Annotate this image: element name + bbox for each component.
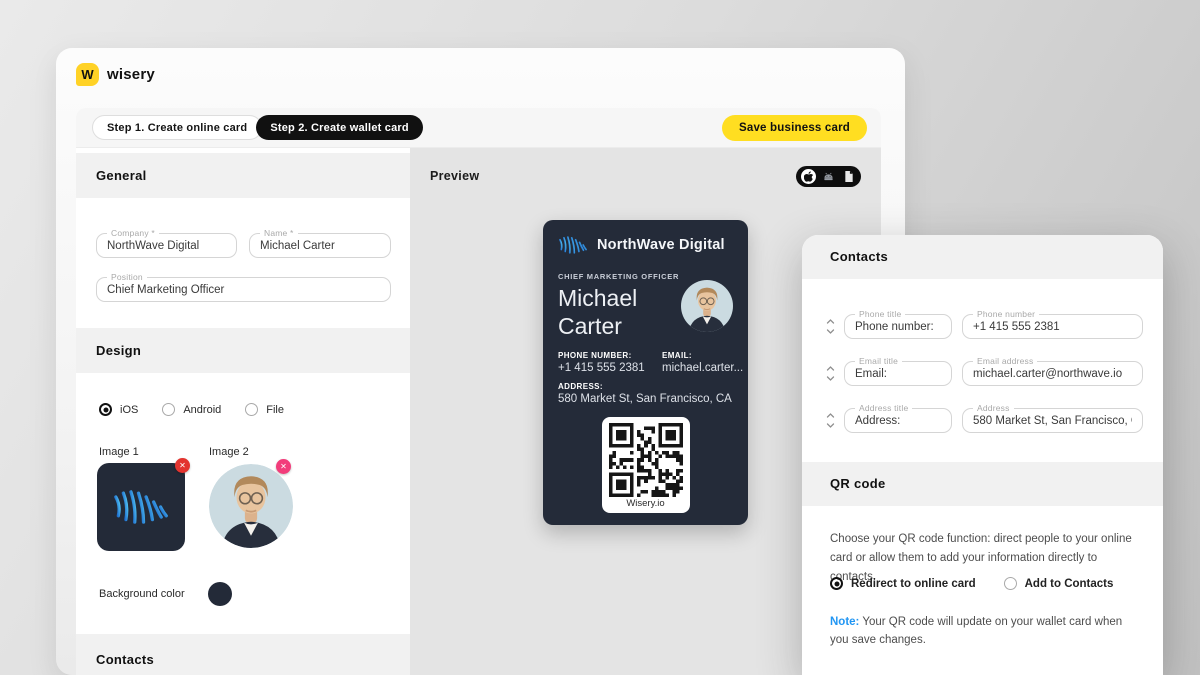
tab-step2-wallet-card[interactable]: Step 2. Create wallet card <box>256 115 422 140</box>
brand-name: wisery <box>107 66 155 83</box>
design-radio-android[interactable]: Android <box>162 403 221 416</box>
main-window: W wisery Step 1. Create online card Step… <box>56 48 905 675</box>
qr-caption: Wisery.io <box>609 498 683 509</box>
company-input[interactable] <box>97 234 236 257</box>
card-avatar <box>681 280 733 332</box>
card-first-name: Michael <box>558 285 637 311</box>
qr-code <box>609 423 683 497</box>
design-radio-file[interactable]: File <box>245 403 284 416</box>
phone-title-input[interactable] <box>845 315 951 338</box>
design-radio-file-label: File <box>266 404 284 416</box>
qr-note: Note: Your QR code will update on your w… <box>830 613 1142 650</box>
section-header-contacts: Contacts <box>76 634 410 675</box>
card-phone-label: PHONE NUMBER: <box>558 351 662 360</box>
contact-row-email: Email title Email address <box>824 361 1143 386</box>
brand: W wisery <box>76 63 155 86</box>
wisery-logo-icon: W <box>76 63 99 86</box>
card-company: NorthWave Digital <box>597 237 725 253</box>
card-address-value: 580 Market St, San Francisco, CA <box>558 393 733 405</box>
file-icon <box>844 171 854 182</box>
image2-upload[interactable]: ✕ <box>209 464 293 548</box>
email-address-input[interactable] <box>963 362 1142 385</box>
qr-note-text: Your QR code will update on your wallet … <box>830 616 1122 646</box>
remove-image2-button[interactable]: ✕ <box>276 459 291 474</box>
file-platform-button[interactable] <box>841 169 856 184</box>
apple-platform-button[interactable] <box>801 169 816 184</box>
apple-icon <box>804 171 814 182</box>
form-column: General Company * Name * Position <box>76 148 410 675</box>
card-address-label: ADDRESS: <box>558 382 733 391</box>
address-input[interactable] <box>963 409 1142 432</box>
section-header-general: General <box>76 153 410 198</box>
radio-unselected-icon <box>245 403 258 416</box>
image1-preview <box>97 463 185 551</box>
save-business-card-button[interactable]: Save business card <box>722 115 867 141</box>
qr-radio-redirect-label: Redirect to online card <box>851 578 976 590</box>
card-name: Michael Carter <box>558 284 693 340</box>
card-phone-value: +1 415 555 2381 <box>558 362 662 374</box>
design-radio-ios[interactable]: iOS <box>99 403 138 416</box>
image2-preview <box>209 464 293 548</box>
name-input[interactable] <box>250 234 390 257</box>
address-title-input[interactable] <box>845 409 951 432</box>
northwave-logo-icon <box>558 233 588 257</box>
contact-row-phone: Phone title Phone number <box>824 314 1143 339</box>
name-field: Name * <box>249 233 391 258</box>
background-color-swatch[interactable] <box>208 582 232 606</box>
image1-upload[interactable]: ✕ <box>97 463 185 551</box>
tab-step1-online-card[interactable]: Step 1. Create online card <box>92 115 262 140</box>
step-tabbar: Step 1. Create online card Step 2. Creat… <box>76 108 881 148</box>
address-field: Address <box>962 408 1143 433</box>
image1-label: Image 1 <box>99 446 209 458</box>
email-title-input[interactable] <box>845 362 951 385</box>
card-email-value: michael.carter... <box>662 362 733 374</box>
preview-title: Preview <box>430 169 479 183</box>
radio-selected-icon <box>99 403 112 416</box>
drag-handle-icon[interactable] <box>824 365 836 382</box>
drag-handle-icon[interactable] <box>824 412 836 429</box>
address-title-field: Address title <box>844 408 952 433</box>
design-radio-android-label: Android <box>183 404 221 416</box>
company-field: Company * <box>96 233 237 258</box>
email-title-field: Email title <box>844 361 952 386</box>
radio-unselected-icon <box>162 403 175 416</box>
qr-note-label: Note: <box>830 616 859 628</box>
card-email-label: EMAIL: <box>662 351 733 360</box>
contacts-panel: Contacts Phone title Phone number Email … <box>802 235 1163 675</box>
drag-handle-icon[interactable] <box>824 318 836 335</box>
qr-code-section-header: QR code <box>802 462 1163 506</box>
radio-unselected-icon <box>1004 577 1017 590</box>
qr-radio-redirect[interactable]: Redirect to online card <box>830 577 976 590</box>
background-color-label: Background color <box>99 588 208 600</box>
radio-selected-icon <box>830 577 843 590</box>
section-header-design: Design <box>76 328 410 373</box>
contact-row-address: Address title Address <box>824 408 1143 433</box>
phone-number-field: Phone number <box>962 314 1143 339</box>
northwave-logo-icon <box>112 484 170 530</box>
qr-radio-add-contacts-label: Add to Contacts <box>1025 578 1114 590</box>
remove-image1-button[interactable]: ✕ <box>175 458 190 473</box>
email-address-field: Email address <box>962 361 1143 386</box>
position-input[interactable] <box>97 278 390 301</box>
card-qr-box: Wisery.io <box>602 417 690 513</box>
phone-number-input[interactable] <box>963 315 1142 338</box>
platform-toggle <box>796 166 861 187</box>
position-field: Position <box>96 277 391 302</box>
profile-photo <box>209 464 293 548</box>
card-last-name: Carter <box>558 313 622 339</box>
phone-title-field: Phone title <box>844 314 952 339</box>
android-icon <box>823 171 834 182</box>
design-radio-ios-label: iOS <box>120 404 138 416</box>
qr-radio-add-contacts[interactable]: Add to Contacts <box>1004 577 1114 590</box>
contacts-panel-header: Contacts <box>802 235 1163 279</box>
android-platform-button[interactable] <box>821 169 836 184</box>
wallet-card-preview: NorthWave Digital CHIEF MARKETING OFFICE… <box>543 220 748 525</box>
image2-label: Image 2 <box>209 446 249 458</box>
